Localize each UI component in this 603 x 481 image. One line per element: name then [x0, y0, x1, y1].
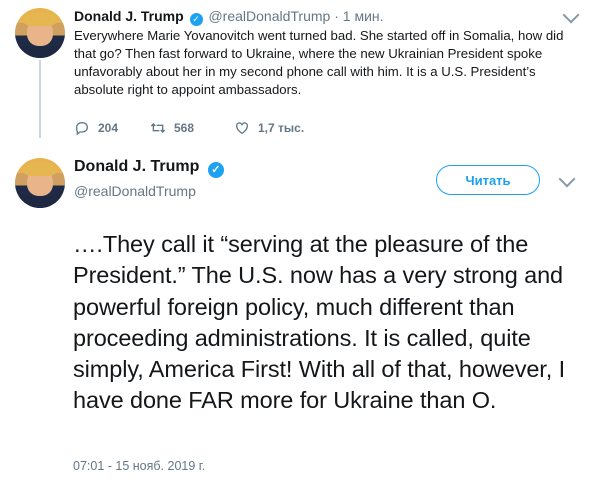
like-count: 1,7 тыс.	[258, 121, 305, 135]
display-name[interactable]: Donald J. Trump ✓	[74, 158, 226, 178]
follow-button[interactable]: Читать	[436, 165, 540, 195]
like-button[interactable]: 1,7 тыс.	[234, 120, 304, 136]
display-name[interactable]: Donald J. Trump	[74, 8, 184, 24]
tweet-timestamp[interactable]: 07:01 - 15 нояб. 2019 г.	[73, 459, 205, 473]
retweet-button[interactable]: 568	[150, 120, 194, 136]
retweet-icon	[150, 123, 166, 133]
tweet-text: Everywhere Marie Yovanovitch went turned…	[74, 28, 564, 97]
chevron-down-icon[interactable]	[562, 6, 580, 24]
tweet-text: ….They call it “serving at the pleasure …	[73, 231, 566, 414]
chevron-down-icon[interactable]	[558, 170, 576, 188]
reply-count: 204	[98, 121, 119, 135]
user-handle[interactable]: @realDonaldTrump	[208, 8, 330, 24]
tweet-time[interactable]: 1 мин.	[343, 8, 384, 24]
avatar[interactable]	[15, 158, 65, 208]
heart-icon	[236, 122, 248, 135]
display-name-text: Donald J. Trump	[74, 158, 200, 175]
verified-badge-icon: ✓	[189, 13, 203, 26]
tweet-header: Donald J. Trump ✓ @realDonaldTrump · 1 м…	[74, 8, 384, 26]
reply-button[interactable]: 204	[74, 120, 118, 136]
avatar[interactable]	[15, 8, 65, 58]
verified-badge-icon: ✓	[207, 162, 224, 178]
reply-icon	[75, 121, 89, 136]
retweet-count: 568	[174, 121, 195, 135]
separator: ·	[334, 8, 339, 24]
thread-line	[39, 60, 41, 138]
user-handle[interactable]: @realDonaldTrump	[74, 183, 196, 199]
